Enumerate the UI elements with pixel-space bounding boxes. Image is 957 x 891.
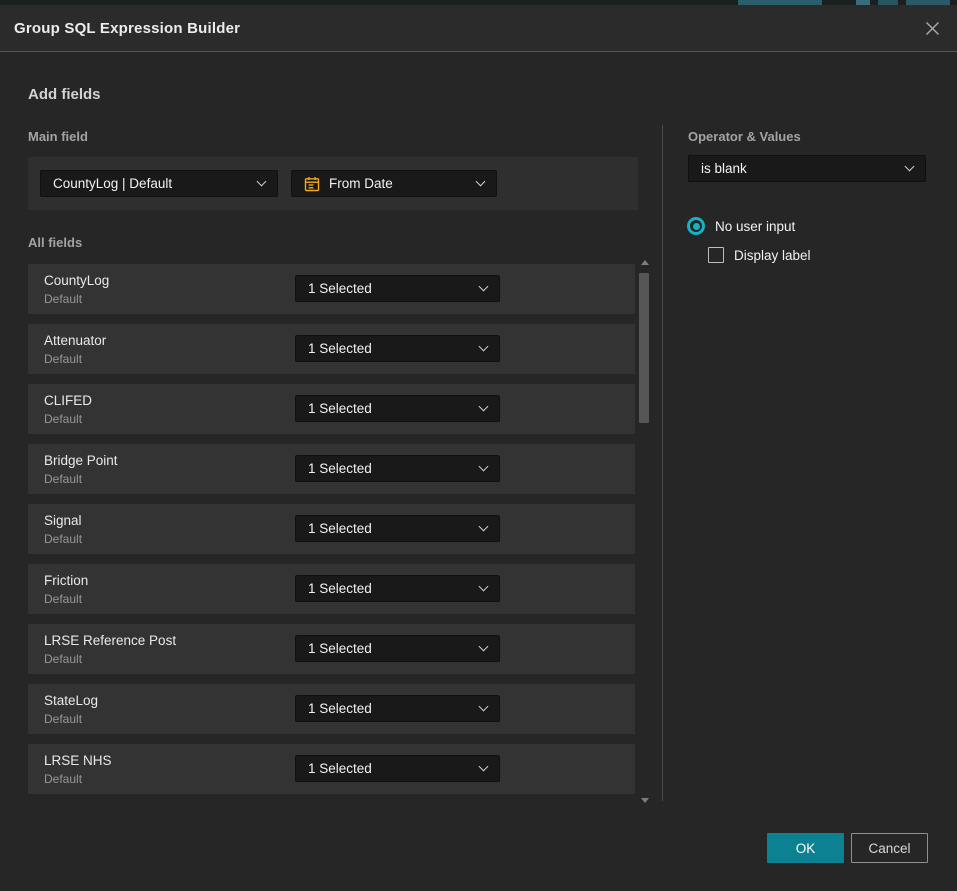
field-text: StateLog Default — [44, 693, 295, 726]
field-name: StateLog — [44, 693, 295, 708]
field-selected-value: 1 Selected — [308, 761, 472, 776]
field-sublabel: Default — [44, 712, 295, 726]
field-select-value: From Date — [329, 176, 469, 191]
main-field-label: Main field — [28, 129, 88, 144]
main-field-panel: CountyLog | Default From Date — [28, 157, 638, 210]
chevron-down-icon — [476, 177, 486, 187]
field-sublabel: Default — [44, 352, 295, 366]
display-label-label: Display label — [734, 248, 811, 263]
field-selected-dropdown[interactable]: 1 Selected — [295, 635, 500, 662]
display-label-checkbox[interactable]: Display label — [708, 247, 811, 263]
field-text: LRSE NHS Default — [44, 753, 295, 786]
field-row: Attenuator Default 1 Selected — [28, 324, 635, 374]
checkbox-unchecked-icon — [708, 247, 724, 263]
field-selected-value: 1 Selected — [308, 521, 472, 536]
no-user-input-label: No user input — [715, 219, 795, 234]
field-sublabel: Default — [44, 592, 295, 606]
field-text: Bridge Point Default — [44, 453, 295, 486]
field-selected-dropdown[interactable]: 1 Selected — [295, 455, 500, 482]
chevron-down-icon — [479, 702, 489, 712]
field-selected-value: 1 Selected — [308, 581, 472, 596]
field-row: CountyLog Default 1 Selected — [28, 264, 635, 314]
field-row: LRSE Reference Post Default 1 Selected — [28, 624, 635, 674]
layer-select-value: CountyLog | Default — [53, 176, 250, 191]
chevron-down-icon — [257, 177, 267, 187]
radio-selected-icon — [687, 217, 705, 235]
cancel-button[interactable]: Cancel — [851, 833, 928, 863]
chevron-down-icon — [479, 462, 489, 472]
field-sublabel: Default — [44, 532, 295, 546]
field-row: CLIFED Default 1 Selected — [28, 384, 635, 434]
field-selected-dropdown[interactable]: 1 Selected — [295, 335, 500, 362]
field-selected-dropdown[interactable]: 1 Selected — [295, 395, 500, 422]
field-row: Bridge Point Default 1 Selected — [28, 444, 635, 494]
add-fields-heading: Add fields — [28, 86, 101, 103]
chevron-down-icon — [479, 582, 489, 592]
dialog-title: Group SQL Expression Builder — [14, 20, 240, 37]
operator-value: is blank — [701, 161, 898, 176]
chevron-down-icon — [479, 522, 489, 532]
field-sublabel: Default — [44, 292, 295, 306]
field-text: CLIFED Default — [44, 393, 295, 426]
field-text: Friction Default — [44, 573, 295, 606]
field-selected-value: 1 Selected — [308, 461, 472, 476]
chevron-down-icon — [905, 162, 915, 172]
field-selected-dropdown[interactable]: 1 Selected — [295, 275, 500, 302]
all-fields-list: CountyLog Default 1 Selected Attenuator Defa… — [28, 264, 635, 804]
field-row: Friction Default 1 Selected — [28, 564, 635, 614]
field-text: CountyLog Default — [44, 273, 295, 306]
fields-list-scrollbar[interactable] — [638, 257, 651, 806]
scroll-up-icon[interactable] — [641, 260, 649, 265]
field-name: Signal — [44, 513, 295, 528]
field-selected-dropdown[interactable]: 1 Selected — [295, 515, 500, 542]
field-name: Friction — [44, 573, 295, 588]
field-sublabel: Default — [44, 652, 295, 666]
operator-dropdown[interactable]: is blank — [688, 155, 926, 182]
chevron-down-icon — [479, 282, 489, 292]
field-row: Signal Default 1 Selected — [28, 504, 635, 554]
field-row: StateLog Default 1 Selected — [28, 684, 635, 734]
field-name: LRSE Reference Post — [44, 633, 295, 648]
field-text: LRSE Reference Post Default — [44, 633, 295, 666]
calendar-icon — [304, 176, 320, 192]
scroll-down-icon[interactable] — [641, 798, 649, 803]
field-name: CLIFED — [44, 393, 295, 408]
field-text: Attenuator Default — [44, 333, 295, 366]
field-sublabel: Default — [44, 772, 295, 786]
vertical-divider — [662, 125, 663, 801]
operator-values-heading: Operator & Values — [688, 129, 801, 144]
dialog-titlebar: Group SQL Expression Builder — [0, 5, 957, 52]
all-fields-label: All fields — [28, 235, 82, 250]
field-select-dropdown[interactable]: From Date — [291, 170, 497, 197]
ok-button[interactable]: OK — [767, 833, 844, 863]
scrollbar-thumb[interactable] — [639, 273, 649, 423]
field-text: Signal Default — [44, 513, 295, 546]
field-name: Attenuator — [44, 333, 295, 348]
field-selected-dropdown[interactable]: 1 Selected — [295, 755, 500, 782]
chevron-down-icon — [479, 642, 489, 652]
field-selected-dropdown[interactable]: 1 Selected — [295, 575, 500, 602]
field-name: LRSE NHS — [44, 753, 295, 768]
chevron-down-icon — [479, 342, 489, 352]
dialog-footer: OK Cancel — [0, 833, 957, 864]
field-selected-value: 1 Selected — [308, 281, 472, 296]
field-name: Bridge Point — [44, 453, 295, 468]
field-selected-value: 1 Selected — [308, 341, 472, 356]
layer-select-dropdown[interactable]: CountyLog | Default — [40, 170, 278, 197]
field-sublabel: Default — [44, 412, 295, 426]
chevron-down-icon — [479, 402, 489, 412]
field-selected-value: 1 Selected — [308, 701, 472, 716]
field-selected-dropdown[interactable]: 1 Selected — [295, 695, 500, 722]
field-selected-value: 1 Selected — [308, 401, 472, 416]
close-icon[interactable] — [923, 19, 941, 37]
field-selected-value: 1 Selected — [308, 641, 472, 656]
chevron-down-icon — [479, 762, 489, 772]
field-sublabel: Default — [44, 472, 295, 486]
field-row: LRSE NHS Default 1 Selected — [28, 744, 635, 794]
no-user-input-radio[interactable]: No user input — [687, 217, 795, 235]
field-name: CountyLog — [44, 273, 295, 288]
